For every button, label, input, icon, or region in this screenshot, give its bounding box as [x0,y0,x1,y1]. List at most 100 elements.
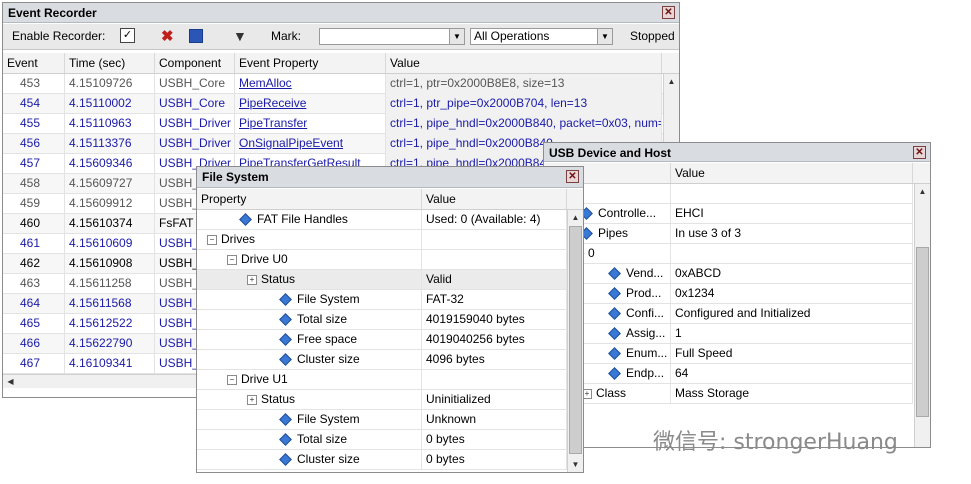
tree-row[interactable]: t 1 [544,184,913,204]
expand-icon[interactable]: + [247,274,257,285]
tree-row[interactable]: − Drive U0 [197,250,567,270]
tree-label: Drive U1 [241,372,288,386]
column-header-event[interactable]: Event [3,53,65,73]
tree-row[interactable]: Endp... 64 [544,364,913,384]
table-cell-time: 4.15109726 [65,74,155,94]
table-cell-property[interactable]: PipeReceive [235,94,386,114]
property-icon [239,213,252,227]
tree-row[interactable]: Vend... 0xABCD [544,264,913,284]
mark-label: Mark: [271,29,301,43]
column-header-value[interactable]: Value [386,53,662,73]
table-row[interactable]: 454 4.15110002 USBH_Core PipeReceive ctrl=1,… [3,94,663,114]
chevron-down-icon[interactable]: ▼ [449,29,464,44]
event-recorder-titlebar[interactable]: Event Recorder ✕ [3,3,679,23]
property-icon [608,307,621,321]
tree-row[interactable]: Prod... 0x1234 [544,284,913,304]
clear-icon[interactable]: ✖ [161,24,174,49]
tree-value [671,244,913,264]
expand-icon[interactable]: + [247,394,257,405]
property-icon [279,353,292,367]
tree-value: Uninitialized [422,390,567,410]
table-row[interactable]: 453 4.15109726 USBH_Core MemAlloc ctrl=1, pt… [3,74,663,94]
table-cell-time: 4.15110002 [65,94,155,114]
tree-label: Controlle... [598,206,657,220]
tree-row[interactable]: File System Unknown [197,410,567,430]
scroll-down-icon[interactable]: ▼ [568,457,583,472]
column-header-property[interactable]: Property [197,189,422,209]
tree-row[interactable]: + Class Mass Storage [544,384,913,404]
property-icon [608,347,621,361]
mark-combobox[interactable]: ▼ [319,28,465,45]
table-cell-event: 466 [3,334,65,354]
tree-label-cell: − Drives [197,230,422,250]
tree-row[interactable]: Confi... Configured and Initialized [544,304,913,324]
table-cell-event: 455 [3,114,65,134]
scroll-up-icon[interactable]: ▲ [568,210,583,225]
tree-row[interactable]: Device 0 [544,244,913,264]
column-header-event-property[interactable]: Event Property [235,53,386,73]
tree-row[interactable]: − Drives [197,230,567,250]
tree-row[interactable]: − Drive U1 [197,370,567,390]
chevron-down-icon[interactable]: ▼ [597,29,612,44]
table-cell-event: 457 [3,154,65,174]
collapse-icon[interactable]: − [227,254,237,265]
file-system-vscrollbar[interactable]: ▲ ▼ [567,210,583,472]
filter-icon[interactable]: ▼ [233,24,247,49]
table-cell-event: 462 [3,254,65,274]
usb-vscrollbar[interactable]: ▲ [914,184,930,447]
tree-row[interactable]: Cluster size 4096 bytes [197,350,567,370]
scrollbar-thumb[interactable] [569,226,582,454]
table-cell-time: 4.16109341 [65,354,155,374]
save-icon[interactable] [189,29,203,43]
close-icon[interactable]: ✕ [566,170,579,183]
table-cell-property[interactable]: OnSignalPipeEvent [235,134,386,154]
file-system-window: File System ✕ Property Value FAT File Ha… [196,166,584,473]
tree-row[interactable]: Free space 4019040256 bytes [197,330,567,350]
tree-value: Mass Storage [671,384,913,404]
table-cell-property[interactable]: MemAlloc [235,74,386,94]
operations-combobox[interactable]: All Operations ▼ [470,28,613,45]
scroll-left-icon[interactable]: ◀ [3,375,18,388]
column-header-value[interactable]: Value [671,163,913,183]
tree-value: 4096 bytes [422,350,567,370]
tree-row[interactable]: Cluster size 0 bytes [197,450,567,470]
column-header-value[interactable]: Value [422,189,567,209]
scrollbar-thumb[interactable] [916,247,929,417]
table-cell-time: 4.15610374 [65,214,155,234]
tree-value: FAT-32 [422,290,567,310]
tree-row[interactable]: Total size 4019159040 bytes [197,310,567,330]
collapse-icon[interactable]: − [227,374,237,385]
tree-value: Configured and Initialized [671,304,913,324]
property-icon [279,293,292,307]
tree-row[interactable]: File System FAT-32 [197,290,567,310]
table-cell-event: 458 [3,174,65,194]
column-header-component[interactable]: Component [155,53,235,73]
close-icon[interactable]: ✕ [662,6,675,19]
tree-row[interactable]: Controlle... EHCI [544,204,913,224]
table-cell-event: 463 [3,274,65,294]
tree-row[interactable]: FAT File Handles Used: 0 (Available: 4) [197,210,567,230]
table-cell-time: 4.15609912 [65,194,155,214]
usb-titlebar[interactable]: USB Device and Host ✕ [544,143,930,162]
file-system-titlebar[interactable]: File System ✕ [197,167,583,188]
scroll-up-icon[interactable]: ▲ [915,184,930,199]
tree-label: Status [261,392,296,406]
tree-row[interactable]: + Status Valid [197,270,567,290]
column-header-time[interactable]: Time (sec) [65,53,155,73]
tree-row[interactable]: Assig... 1 [544,324,913,344]
tree-row[interactable]: Pipes In use 3 of 3 [544,224,913,244]
enable-recorder-checkbox[interactable]: ✓ [120,28,135,43]
tree-label: Endp... [626,366,665,380]
collapse-icon[interactable]: − [207,234,217,245]
tree-row[interactable]: Total size 0 bytes [197,430,567,450]
table-row[interactable]: 455 4.15110963 USBH_Driver PipeTransfer ctrl… [3,114,663,134]
table-cell-time: 4.15610908 [65,254,155,274]
table-cell-component: USBH_Core [155,94,235,114]
tree-value: Valid [422,270,567,290]
table-cell-property[interactable]: PipeTransfer [235,114,386,134]
close-icon[interactable]: ✕ [913,146,926,159]
scroll-up-icon[interactable]: ▲ [664,74,679,89]
tree-row[interactable]: Enum... Full Speed [544,344,913,364]
tree-row[interactable]: + Status Uninitialized [197,390,567,410]
table-cell-time: 4.15611258 [65,274,155,294]
